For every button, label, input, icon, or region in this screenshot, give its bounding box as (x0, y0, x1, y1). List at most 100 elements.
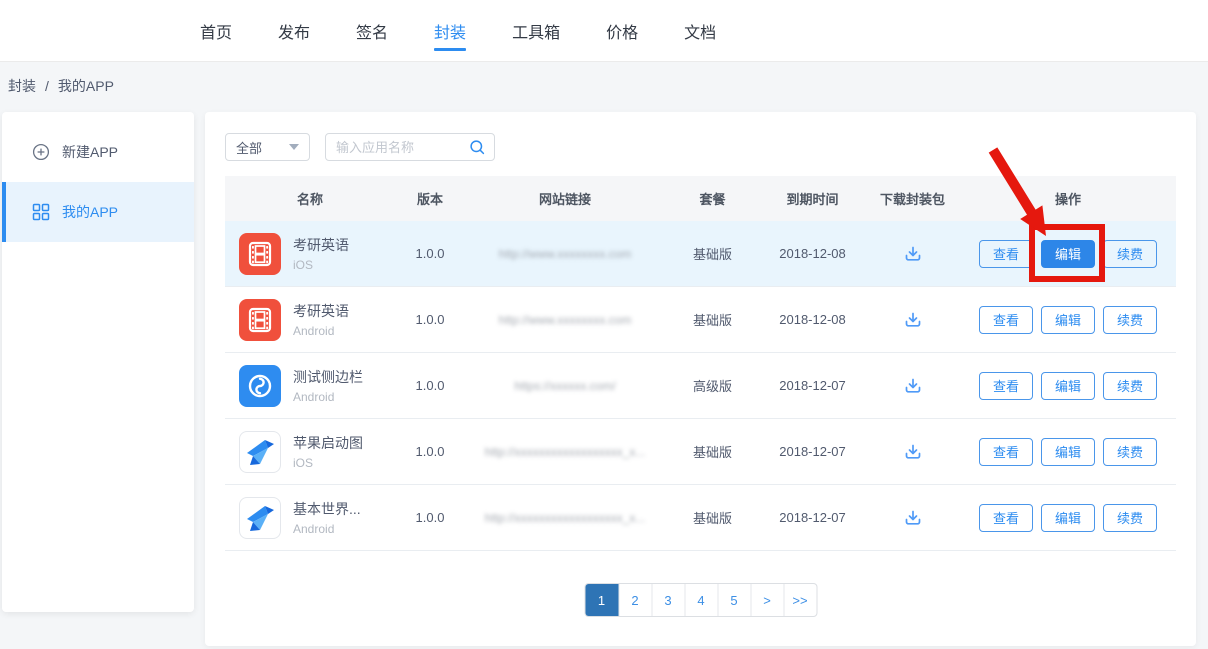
renew-button[interactable]: 续费 (1103, 504, 1157, 532)
nav-item-package-active[interactable]: 封装 (434, 0, 466, 61)
table-header: 名称 版本 网站链接 套餐 到期时间 下载封装包 操作 (225, 176, 1176, 221)
table-row: 测试侧边栏 Android 1.0.0 https://xxxxxx.com/ … (225, 353, 1176, 419)
col-header-name: 名称 (225, 189, 395, 208)
view-button[interactable]: 查看 (979, 504, 1033, 532)
nav-item-home[interactable]: 首页 (200, 0, 232, 61)
last-page-button[interactable]: >> (783, 584, 816, 616)
table-row: 考研英语 iOS 1.0.0 http://www.xxxxxxxx.com 基… (225, 221, 1176, 287)
view-button[interactable]: 查看 (979, 372, 1033, 400)
plan-badge: 基础版 (665, 310, 760, 329)
app-version: 1.0.0 (395, 312, 465, 327)
bird-app-icon (239, 431, 281, 473)
edit-button[interactable]: 编辑 (1041, 438, 1095, 466)
compass-app-icon (239, 365, 281, 407)
grid-icon (32, 203, 50, 221)
nav-item-sign[interactable]: 签名 (356, 0, 388, 61)
sidebar-item-label: 我的APP (62, 202, 118, 222)
breadcrumb-section[interactable]: 封装 (8, 76, 36, 96)
col-header-plan: 套餐 (665, 189, 760, 208)
col-header-download: 下载封装包 (865, 189, 960, 208)
plus-circle-icon (32, 143, 50, 161)
view-button[interactable]: 查看 (979, 306, 1033, 334)
sidebar-item-new-app[interactable]: 新建APP (2, 122, 194, 182)
search-input[interactable] (326, 140, 469, 155)
view-button[interactable]: 查看 (979, 240, 1033, 268)
sidebar-item-my-apps[interactable]: 我的APP (2, 182, 194, 242)
site-url-masked: http://xxxxxxxxxxxxxxxxxx_x... (485, 511, 646, 525)
filter-bar: 全部 (225, 133, 1176, 161)
app-platform: iOS (293, 258, 349, 272)
plan-badge: 基础版 (665, 442, 760, 461)
download-package-button[interactable] (899, 372, 927, 400)
expiry-date: 2018-12-08 (760, 312, 865, 327)
category-select-value: 全部 (236, 138, 262, 157)
edit-button[interactable]: 编辑 (1041, 504, 1095, 532)
film-app-icon (239, 299, 281, 341)
app-name: 测试侧边栏 (293, 367, 363, 387)
table-row: 考研英语 Android 1.0.0 http://www.xxxxxxxx.c… (225, 287, 1176, 353)
pagination: 1 2 3 4 5 > >> (584, 583, 817, 617)
app-platform: Android (293, 324, 349, 338)
nav-item-publish[interactable]: 发布 (278, 0, 310, 61)
search-box (325, 133, 495, 161)
top-nav: 首页 发布 签名 封装 工具箱 价格 文档 (0, 0, 1208, 62)
view-button[interactable]: 查看 (979, 438, 1033, 466)
site-url-masked: https://xxxxxx.com/ (514, 379, 615, 393)
next-page-button[interactable]: > (750, 584, 783, 616)
table-row: 苹果启动图 iOS 1.0.0 http://xxxxxxxxxxxxxxxxx… (225, 419, 1176, 485)
app-platform: iOS (293, 456, 363, 470)
col-header-actions: 操作 (960, 189, 1176, 208)
page-button-4[interactable]: 4 (684, 584, 717, 616)
breadcrumb-separator: / (45, 78, 49, 94)
site-url-masked: http://www.xxxxxxxx.com (499, 313, 632, 327)
edit-button[interactable]: 编辑 (1041, 372, 1095, 400)
col-header-url: 网站链接 (465, 189, 665, 208)
expiry-date: 2018-12-07 (760, 378, 865, 393)
film-app-icon (239, 233, 281, 275)
renew-button[interactable]: 续费 (1103, 438, 1157, 466)
page-button-1[interactable]: 1 (585, 584, 618, 616)
download-package-button[interactable] (899, 240, 927, 268)
site-url-masked: http://xxxxxxxxxxxxxxxxxx_x... (485, 445, 646, 459)
page-button-3[interactable]: 3 (651, 584, 684, 616)
chevron-down-icon (289, 144, 299, 150)
app-version: 1.0.0 (395, 444, 465, 459)
category-select[interactable]: 全部 (225, 133, 310, 161)
my-apps-panel: 全部 名称 版本 网站链接 套餐 到期时间 下载封装包 操作 考研英语 iOS (205, 112, 1196, 646)
site-url-masked: http://www.xxxxxxxx.com (499, 247, 632, 261)
expiry-date: 2018-12-07 (760, 444, 865, 459)
renew-button[interactable]: 续费 (1103, 240, 1157, 268)
nav-item-docs[interactable]: 文档 (684, 0, 716, 61)
renew-button[interactable]: 续费 (1103, 306, 1157, 334)
expiry-date: 2018-12-07 (760, 510, 865, 525)
sidebar-item-label: 新建APP (62, 142, 118, 162)
app-version: 1.0.0 (395, 246, 465, 261)
app-name: 考研英语 (293, 301, 349, 321)
breadcrumb-current: 我的APP (58, 76, 114, 96)
app-name: 苹果启动图 (293, 433, 363, 453)
table-row: 基本世界... Android 1.0.0 http://xxxxxxxxxxx… (225, 485, 1176, 551)
download-package-button[interactable] (899, 504, 927, 532)
col-header-version: 版本 (395, 189, 465, 208)
page-button-5[interactable]: 5 (717, 584, 750, 616)
download-package-button[interactable] (899, 438, 927, 466)
app-name: 基本世界... (293, 499, 361, 519)
edit-button[interactable]: 编辑 (1041, 306, 1095, 334)
col-header-expiry: 到期时间 (760, 189, 865, 208)
page-button-2[interactable]: 2 (618, 584, 651, 616)
download-package-button[interactable] (899, 306, 927, 334)
app-version: 1.0.0 (395, 510, 465, 525)
renew-button[interactable]: 续费 (1103, 372, 1157, 400)
app-version: 1.0.0 (395, 378, 465, 393)
nav-item-toolbox[interactable]: 工具箱 (512, 0, 560, 61)
breadcrumb: 封装 / 我的APP (0, 62, 114, 110)
app-platform: Android (293, 390, 363, 404)
bird-app-icon (239, 497, 281, 539)
sidebar: 新建APP 我的APP (2, 112, 194, 612)
plan-badge: 高级版 (665, 376, 760, 395)
app-name: 考研英语 (293, 235, 349, 255)
edit-button[interactable]: 编辑 (1041, 240, 1095, 268)
nav-item-price[interactable]: 价格 (606, 0, 638, 61)
plan-badge: 基础版 (665, 244, 760, 263)
expiry-date: 2018-12-08 (760, 246, 865, 261)
